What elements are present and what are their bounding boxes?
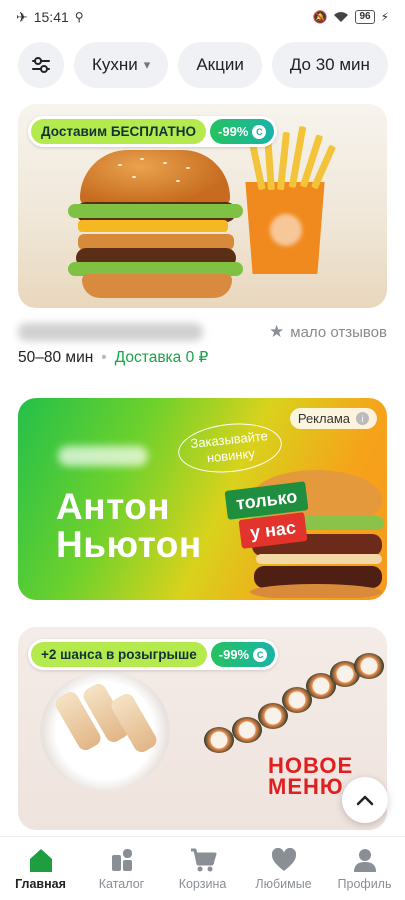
discount-value: -99% [218, 124, 249, 139]
delivery-time: 50–80 мин [18, 348, 94, 366]
restaurant-name-blurred [18, 323, 203, 341]
catalog-icon [111, 848, 132, 871]
ad-label-badge[interactable]: Реклама i [289, 408, 377, 429]
star-icon: ★ [269, 322, 285, 341]
scroll-to-top-button[interactable] [342, 777, 388, 823]
mute-icon: 🔕 [312, 10, 328, 24]
separator-dot: • [101, 348, 107, 366]
home-icon [29, 848, 52, 872]
chip-label: Акции [196, 55, 244, 74]
chevron-down-icon: ▾ [143, 57, 151, 72]
status-bar: ✈ 15:41 ⚲ 🔕 96 ⚡ [0, 0, 405, 34]
restaurant-card[interactable]: Доставим БЕСПЛАТНО -99% C [18, 104, 387, 308]
promo-restaurant-card[interactable]: НОВОЕ МЕНЮ +2 шанса в розыгрыше -99% C [18, 627, 387, 830]
heart-icon [271, 847, 296, 871]
restaurant-title-row: ★ мало отзывов [18, 320, 387, 344]
airplane-icon: ✈ [16, 8, 28, 25]
tab-label: Профиль [337, 876, 392, 891]
free-delivery-badge: Доставим БЕСПЛАТНО [31, 119, 207, 144]
new-menu-line2: МЕНЮ [268, 774, 344, 799]
restaurant-meta: 50–80 мин • Доставка 0 ₽ [18, 348, 208, 367]
tab-cart[interactable]: Корзина [162, 837, 243, 900]
bottom-tab-bar: Главная Каталог Корзина Любимые Профиль [0, 836, 405, 900]
ad-brand-blurred [58, 446, 148, 466]
status-time: 15:41 [33, 9, 69, 25]
info-icon: i [356, 412, 369, 425]
ad-banner[interactable]: Заказывайте новинку Антон Ньютон только … [18, 398, 387, 600]
new-menu-text: НОВОЕ МЕНЮ [268, 753, 354, 799]
chances-badge: +2 шанса в розыгрыше [31, 642, 207, 667]
tab-favorites[interactable]: Любимые [243, 837, 324, 900]
reviews-label: мало отзывов [290, 323, 387, 341]
charging-icon: ⚡ [380, 10, 389, 24]
ad-title: Антон Ньютон [56, 488, 202, 564]
reviews-info: ★ мало отзывов [269, 322, 387, 342]
sliders-icon [32, 57, 50, 73]
chip-label: До 30 мин [289, 55, 370, 74]
ad-title-line2: Ньютон [56, 524, 202, 565]
tab-label: Каталог [98, 876, 145, 891]
battery-indicator: 96 [355, 10, 375, 24]
discount-badge: -99% C [210, 642, 276, 667]
ad-title-line1: Антон [56, 486, 171, 527]
wifi-icon [334, 12, 349, 22]
tab-label: Главная [15, 876, 66, 891]
tab-catalog[interactable]: Каталог [81, 837, 162, 900]
fries-box [245, 182, 325, 274]
filter-settings-button[interactable] [18, 42, 64, 88]
card-badges: Доставим БЕСПЛАТНО -99% C [28, 116, 278, 147]
chip-label: Кухни [92, 55, 138, 74]
chevron-up-icon [356, 795, 374, 806]
cart-icon [190, 848, 216, 871]
filter-chip-promos[interactable]: Акции [178, 42, 262, 88]
discount-value: -99% [218, 647, 250, 662]
coin-icon: C [253, 647, 268, 662]
tab-profile[interactable]: Профиль [324, 837, 405, 900]
tab-home[interactable]: Главная [0, 837, 81, 900]
profile-icon [353, 848, 376, 872]
filter-chip-30min[interactable]: До 30 мин [271, 42, 388, 88]
ad-label: Реклама [297, 411, 350, 426]
tab-label: Корзина [178, 876, 227, 891]
delivery-price: Доставка 0 ₽ [114, 349, 209, 366]
new-menu-line1: НОВОЕ [268, 753, 354, 778]
discount-badge: -99% C [210, 119, 275, 144]
filter-chips: Кухни ▾ Акции До 30 мин [0, 42, 405, 92]
coin-icon: C [252, 124, 267, 139]
usb-icon: ⚲ [74, 10, 84, 24]
tab-label: Любимые [255, 876, 312, 891]
card-badges: +2 шанса в розыгрыше -99% C [28, 639, 279, 670]
filter-chip-cuisines[interactable]: Кухни ▾ [74, 42, 169, 88]
